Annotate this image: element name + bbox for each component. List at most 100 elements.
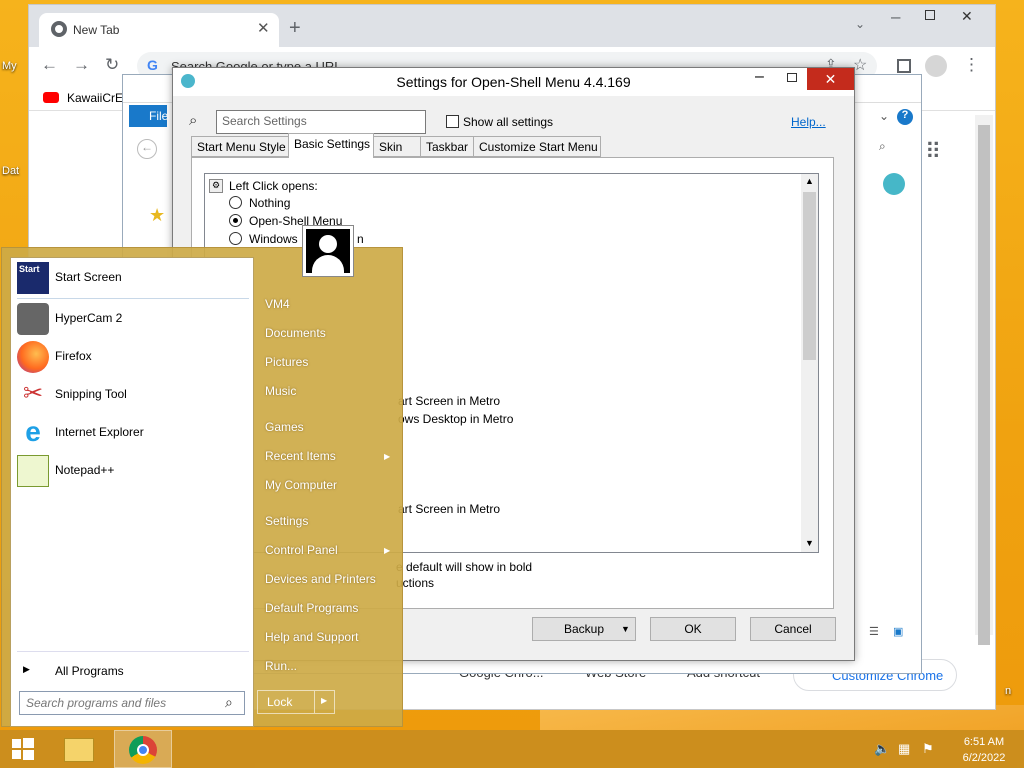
- new-tab-icon[interactable]: +: [289, 17, 301, 40]
- chrome-menu-icon[interactable]: ⋮: [963, 55, 980, 75]
- chevron-right-icon[interactable]: ▶: [321, 696, 327, 705]
- favorites-star-icon[interactable]: ★: [149, 205, 165, 226]
- search-programs-input[interactable]: Search programs and files: [19, 691, 245, 715]
- menu-default-programs[interactable]: Default Programs: [265, 601, 358, 615]
- chrome-tab[interactable]: New Tab ✕: [39, 13, 279, 47]
- menu-help-and-support[interactable]: Help and Support: [265, 630, 358, 644]
- all-programs-button[interactable]: ▶ All Programs: [17, 654, 249, 690]
- menu-my-computer[interactable]: My Computer: [265, 478, 337, 492]
- backup-button[interactable]: Backup ▼: [532, 617, 636, 641]
- minimize-icon[interactable]: –: [891, 7, 900, 27]
- dialog-close-button[interactable]: ✕: [807, 68, 854, 90]
- desktop-icon-label[interactable]: n: [1005, 685, 1011, 697]
- reload-icon[interactable]: ↻: [105, 55, 119, 75]
- clock[interactable]: 6:51 AM 6/2/2022: [950, 734, 1018, 766]
- pinned-label: Start Screen: [55, 270, 122, 284]
- settings-group-icon: ⚙: [209, 179, 223, 193]
- google-icon: G: [147, 57, 158, 73]
- user-picture[interactable]: [302, 225, 354, 277]
- lock-button[interactable]: Lock ▶: [257, 690, 335, 714]
- maximize-icon[interactable]: [925, 10, 935, 20]
- tab-customize-start-menu[interactable]: Customize Start Menu: [473, 136, 601, 157]
- close-tab-icon[interactable]: ✕: [257, 19, 270, 37]
- desktop-icon-label[interactable]: Dat: [2, 165, 19, 177]
- dialog-maximize-icon[interactable]: [787, 73, 797, 82]
- close-window-icon[interactable]: ✕: [961, 8, 973, 25]
- tab-taskbar[interactable]: Taskbar: [420, 136, 474, 157]
- pinned-hypercam[interactable]: HyperCam 2: [17, 301, 249, 337]
- action-center-icon[interactable]: ⚑: [922, 741, 934, 757]
- tree-scrollbar[interactable]: ▲ ▼: [801, 174, 818, 552]
- internet-explorer-icon: e: [25, 416, 41, 447]
- option-nothing: Nothing: [249, 196, 291, 210]
- back-icon[interactable]: ←: [41, 55, 58, 75]
- help-icon[interactable]: ?: [897, 109, 913, 125]
- start-menu-programs: Start Start Screen HyperCam 2 Firefox ✂ …: [10, 257, 254, 727]
- explorer-back-icon[interactable]: ←: [137, 139, 157, 159]
- menu-settings[interactable]: Settings: [265, 514, 308, 528]
- radio-windows[interactable]: [229, 232, 242, 245]
- menu-music[interactable]: Music: [265, 384, 296, 398]
- separator: [17, 298, 249, 299]
- explorer-search-icon[interactable]: ⌕: [879, 139, 886, 154]
- scroll-up-icon[interactable]: ▲: [805, 176, 814, 186]
- pinned-notepadpp[interactable]: Notepad++: [17, 453, 249, 489]
- menu-games[interactable]: Games: [265, 420, 304, 434]
- pinned-internet-explorer[interactable]: e Internet Explorer: [17, 415, 249, 451]
- file-explorer-taskbar-button[interactable]: [56, 730, 102, 768]
- group-label: Left Click opens:: [229, 179, 318, 193]
- chrome-taskbar-button[interactable]: [114, 730, 172, 768]
- tree-line: art Screen in Metro: [398, 502, 501, 516]
- pinned-start-screen[interactable]: Start Start Screen: [17, 260, 249, 296]
- desktop-icon-label[interactable]: My: [2, 60, 17, 72]
- file-tab[interactable]: File: [129, 105, 168, 127]
- chevron-right-icon: ▶: [23, 664, 30, 674]
- tab-search-icon[interactable]: ⌄: [855, 17, 865, 31]
- menu-recent-items[interactable]: Recent Items: [265, 449, 336, 463]
- pinned-snipping-tool[interactable]: ✂ Snipping Tool: [17, 377, 249, 413]
- thumbnail-view-icon[interactable]: ▣: [893, 625, 903, 638]
- scroll-thumb[interactable]: [803, 192, 816, 360]
- apps-grid-icon[interactable]: ⠿: [925, 139, 941, 165]
- menu-devices-and-printers[interactable]: Devices and Printers: [265, 572, 376, 586]
- submenu-arrow-icon: ▶: [384, 546, 391, 555]
- tree-line: art Screen in Metro: [398, 394, 501, 408]
- side-panel-icon[interactable]: [897, 59, 911, 73]
- dialog-minimize-icon[interactable]: –: [755, 68, 764, 86]
- taskbar: 🔈 ▦ ⚑ 6:51 AM 6/2/2022: [0, 730, 1024, 768]
- search-settings-input[interactable]: Search Settings: [216, 110, 426, 134]
- submenu-arrow-icon: ▶: [384, 452, 391, 461]
- dialog-title: Settings for Open-Shell Menu 4.4.169: [396, 74, 631, 90]
- pinned-firefox[interactable]: Firefox: [17, 339, 249, 375]
- menu-vm4[interactable]: VM4: [265, 297, 290, 311]
- search-icon: ⌕: [225, 694, 233, 710]
- menu-run[interactable]: Run...: [265, 659, 297, 673]
- details-view-icon[interactable]: ☰: [869, 625, 879, 638]
- tab-basic-settings[interactable]: Basic Settings: [288, 133, 374, 158]
- firefox-icon: [17, 341, 49, 373]
- tab-start-menu-style[interactable]: Start Menu Style: [191, 136, 289, 157]
- radio-nothing[interactable]: [229, 196, 242, 209]
- pinned-label: Snipping Tool: [55, 387, 127, 401]
- volume-muted-icon[interactable]: 🔈: [874, 741, 890, 757]
- show-all-label: Show all settings: [463, 115, 554, 129]
- network-icon[interactable]: ▦: [898, 741, 910, 757]
- radio-open-shell-menu[interactable]: [229, 214, 242, 227]
- scroll-down-icon[interactable]: ▼: [805, 538, 814, 548]
- start-button[interactable]: [0, 730, 48, 768]
- cancel-button[interactable]: Cancel: [750, 617, 836, 641]
- menu-control-panel[interactable]: Control Panel: [265, 543, 338, 557]
- youtube-icon: [43, 92, 59, 103]
- forward-icon[interactable]: →: [73, 55, 90, 75]
- bookmark-star-icon[interactable]: ☆: [853, 55, 867, 75]
- profile-avatar[interactable]: [925, 55, 947, 77]
- ribbon-collapse-icon[interactable]: ⌄: [879, 109, 889, 123]
- notepadpp-icon: [17, 455, 49, 487]
- menu-pictures[interactable]: Pictures: [265, 355, 308, 369]
- menu-documents[interactable]: Documents: [265, 326, 326, 340]
- tab-skin[interactable]: Skin: [373, 136, 421, 157]
- help-link[interactable]: Help...: [791, 115, 826, 129]
- page-scrollbar[interactable]: [975, 115, 993, 645]
- show-all-checkbox[interactable]: [446, 115, 459, 128]
- ok-button[interactable]: OK: [650, 617, 736, 641]
